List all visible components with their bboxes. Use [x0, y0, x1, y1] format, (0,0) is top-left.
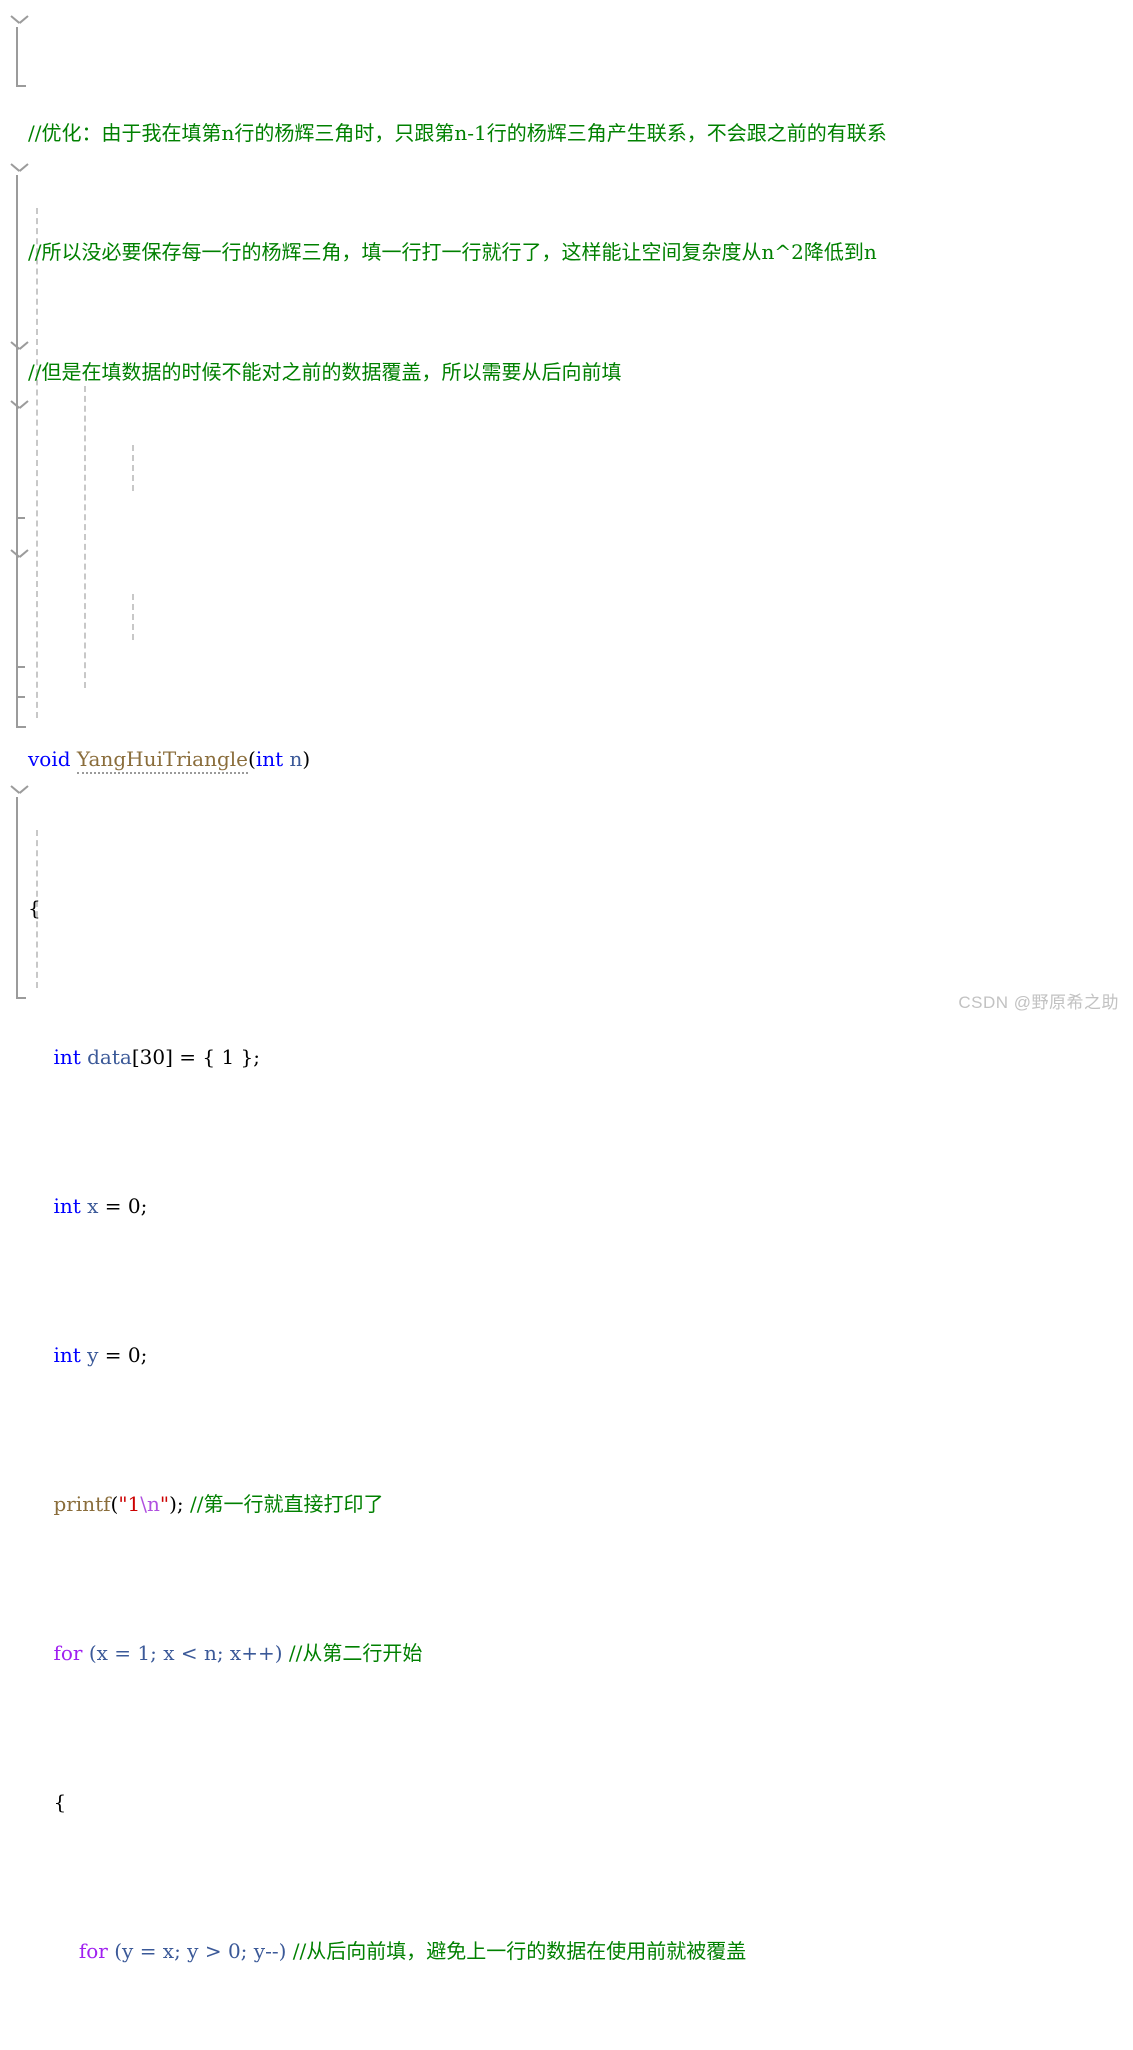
comment-text: //从后向前填，避免上一行的数据在使用前就被覆盖 [292, 1938, 747, 1963]
comment-text: //第一行就直接打印了 [190, 1491, 384, 1516]
comment-text: //所以没必要保存每一行的杨辉三角，填一行打一行就行了，这样能让空间复杂度从n^… [28, 240, 877, 265]
number-zero: 0 [127, 1193, 141, 1218]
code-line-3[interactable]: //但是在填数据的时候不能对之前的数据覆盖，所以需要从后向前填 [0, 358, 1133, 388]
assign-operator: = [98, 1342, 128, 1367]
code-line-8[interactable]: int data[30] = { 1 }; [0, 1043, 1133, 1073]
keyword-for: for [78, 1938, 108, 1963]
code-line-5[interactable] [0, 596, 1133, 626]
code-line-11[interactable]: printf("1\n"); //第一行就直接打印了 [0, 1490, 1133, 1520]
semicolon: ; [176, 1491, 184, 1516]
function-call-printf: printf [53, 1491, 111, 1516]
code-content[interactable]: //优化：由于我在填第n行的杨辉三角时，只跟第n-1行的杨辉三角产生联系，不会跟… [0, 0, 1133, 2050]
comment-text: //从第二行开始 [288, 1640, 423, 1665]
comment-text: //但是在填数据的时候不能对之前的数据覆盖，所以需要从后向前填 [28, 359, 622, 384]
code-line-10[interactable]: int y = 0; [0, 1341, 1133, 1371]
code-line-4[interactable] [0, 477, 1133, 507]
quote-close: " [159, 1491, 170, 1516]
semicolon: ; [140, 1342, 148, 1367]
code-line-9[interactable]: int x = 0; [0, 1192, 1133, 1222]
assign-operator: = [98, 1193, 128, 1218]
string-literal-body: 1 [127, 1491, 141, 1516]
semicolon: ; [253, 1044, 260, 1069]
keyword-for: for [53, 1640, 83, 1665]
comment-text: //优化：由于我在填第n行的杨辉三角时，只跟第n-1行的杨辉三角产生联系，不会跟… [28, 121, 887, 146]
param-n: n [289, 746, 303, 771]
identifier-y: y [87, 1342, 99, 1367]
escape-newline: \n [140, 1491, 160, 1516]
for-header-outer: (x = 1; x < n; x++) [88, 1640, 283, 1665]
code-line-12[interactable]: for (x = 1; x < n; x++) //从第二行开始 [0, 1639, 1133, 1669]
keyword-int: int [53, 1342, 81, 1367]
paren-open: ( [110, 1491, 119, 1516]
function-name-yanghuitriangle: YangHuiTriangle [76, 746, 249, 774]
assign-operator: = [172, 1044, 203, 1069]
csdn-watermark: CSDN @野原希之助 [958, 993, 1119, 1012]
semicolon: ; [140, 1193, 148, 1218]
number-zero: 0 [127, 1342, 141, 1367]
code-line-1[interactable]: //优化：由于我在填第n行的杨辉三角时，只跟第n-1行的杨辉三角产生联系，不会跟… [0, 119, 1133, 149]
brace-open: { [53, 1789, 67, 1814]
keyword-int: int [53, 1193, 81, 1218]
code-line-6[interactable]: void YangHuiTriangle(int n) [0, 745, 1133, 775]
paren-close: ) [169, 1491, 177, 1516]
code-line-7[interactable]: { [0, 894, 1133, 924]
keyword-int: int [255, 746, 284, 771]
paren-close: ) [302, 746, 311, 771]
code-editor: //优化：由于我在填第n行的杨辉三角时，只跟第n-1行的杨辉三角产生联系，不会跟… [0, 0, 1133, 1963]
keyword-void: void [28, 746, 71, 771]
code-line-13[interactable]: { [0, 1788, 1133, 1818]
array-size: [30] [131, 1044, 173, 1069]
code-line-14[interactable]: for (y = x; y > 0; y--) //从后向前填，避免上一行的数据… [0, 1937, 1133, 1967]
initializer: { 1 } [202, 1044, 254, 1069]
keyword-int: int [53, 1044, 81, 1069]
code-line-2[interactable]: //所以没必要保存每一行的杨辉三角，填一行打一行就行了，这样能让空间复杂度从n^… [0, 238, 1133, 268]
for-header-inner-1: (y = x; y > 0; y--) [114, 1938, 287, 1963]
quote-open: " [118, 1491, 128, 1516]
paren-open: ( [248, 746, 256, 771]
identifier-data: data [87, 1044, 132, 1069]
brace-open: { [28, 895, 41, 920]
identifier-x: x [87, 1193, 99, 1218]
